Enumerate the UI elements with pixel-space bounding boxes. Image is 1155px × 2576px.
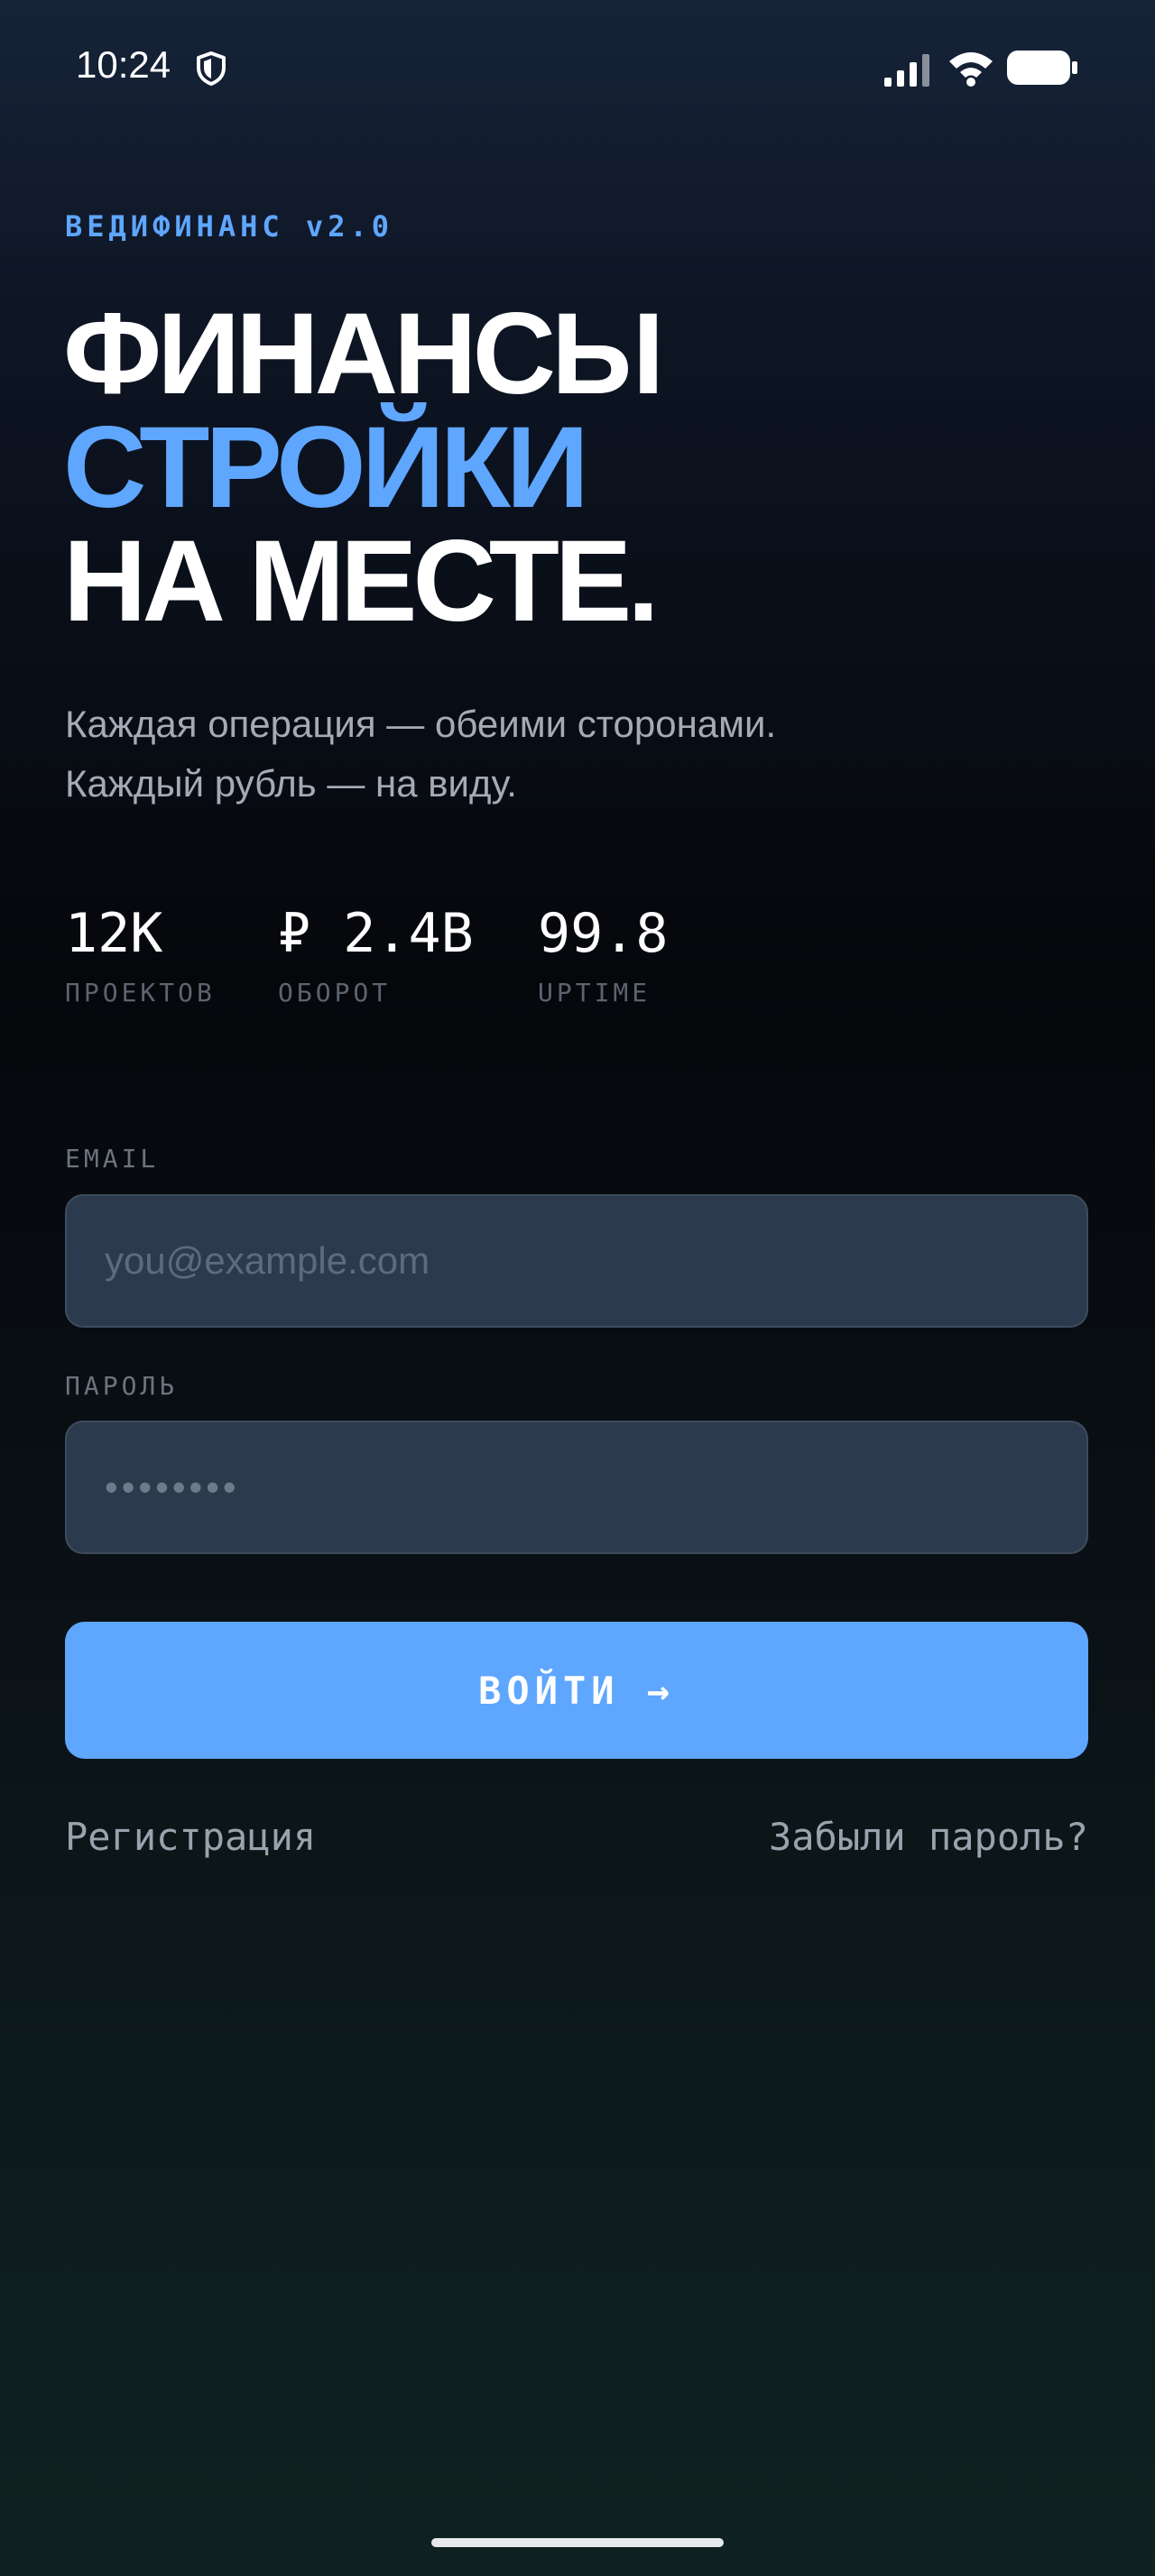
shield-icon [197,51,226,86]
email-label: EMAIL [65,1144,160,1173]
password-field[interactable] [65,1421,1088,1554]
stat-uptime: 99.8 UPTIME [538,902,669,1007]
brand-label: ВЕДИФИНАНС v2.0 [65,209,393,244]
cellular-signal-icon [884,54,929,87]
stat-label: ОБОРОТ [278,978,392,1007]
tagline: Каждая операция — обеими сторонами. Кажд… [65,695,776,814]
tagline-line-1: Каждая операция — обеими сторонами. [65,703,777,745]
battery-icon [1007,51,1077,85]
hero-headline: ФИНАНСЫ СТРОЙКИ НА МЕСТЕ. [63,290,664,646]
status-bar: 10:24 [0,0,1155,135]
password-label: ПАРОЛЬ [65,1371,179,1401]
stat-turnover: ₽ 2.4B ОБОРОТ [278,902,474,1007]
login-button[interactable]: ВОЙТИ → [65,1622,1088,1759]
stat-label: UPTIME [538,978,651,1007]
stat-value: 12K [65,902,163,965]
stat-label: ПРОЕКТОВ [65,978,216,1007]
status-time: 10:24 [76,43,171,86]
stat-value: 99.8 [538,902,669,965]
tagline-line-2: Каждый рубль — на виду. [65,762,517,805]
email-field[interactable] [65,1194,1088,1328]
login-button-label: ВОЙТИ [478,1668,620,1713]
forgot-password-link[interactable]: Забыли пароль? [769,1815,1088,1859]
hero-line-2: СТРОЙКИ [63,403,589,532]
hero-line-1: ФИНАНСЫ [63,290,664,419]
stat-projects: 12K ПРОЕКТОВ [65,902,216,1007]
wifi-icon [949,52,993,87]
home-indicator[interactable] [431,2538,724,2547]
arrow-right-icon: → [646,1668,675,1713]
stat-value: ₽ 2.4B [278,902,474,965]
hero-line-3: НА МЕСТЕ. [63,517,660,646]
register-link[interactable]: Регистрация [65,1815,316,1859]
